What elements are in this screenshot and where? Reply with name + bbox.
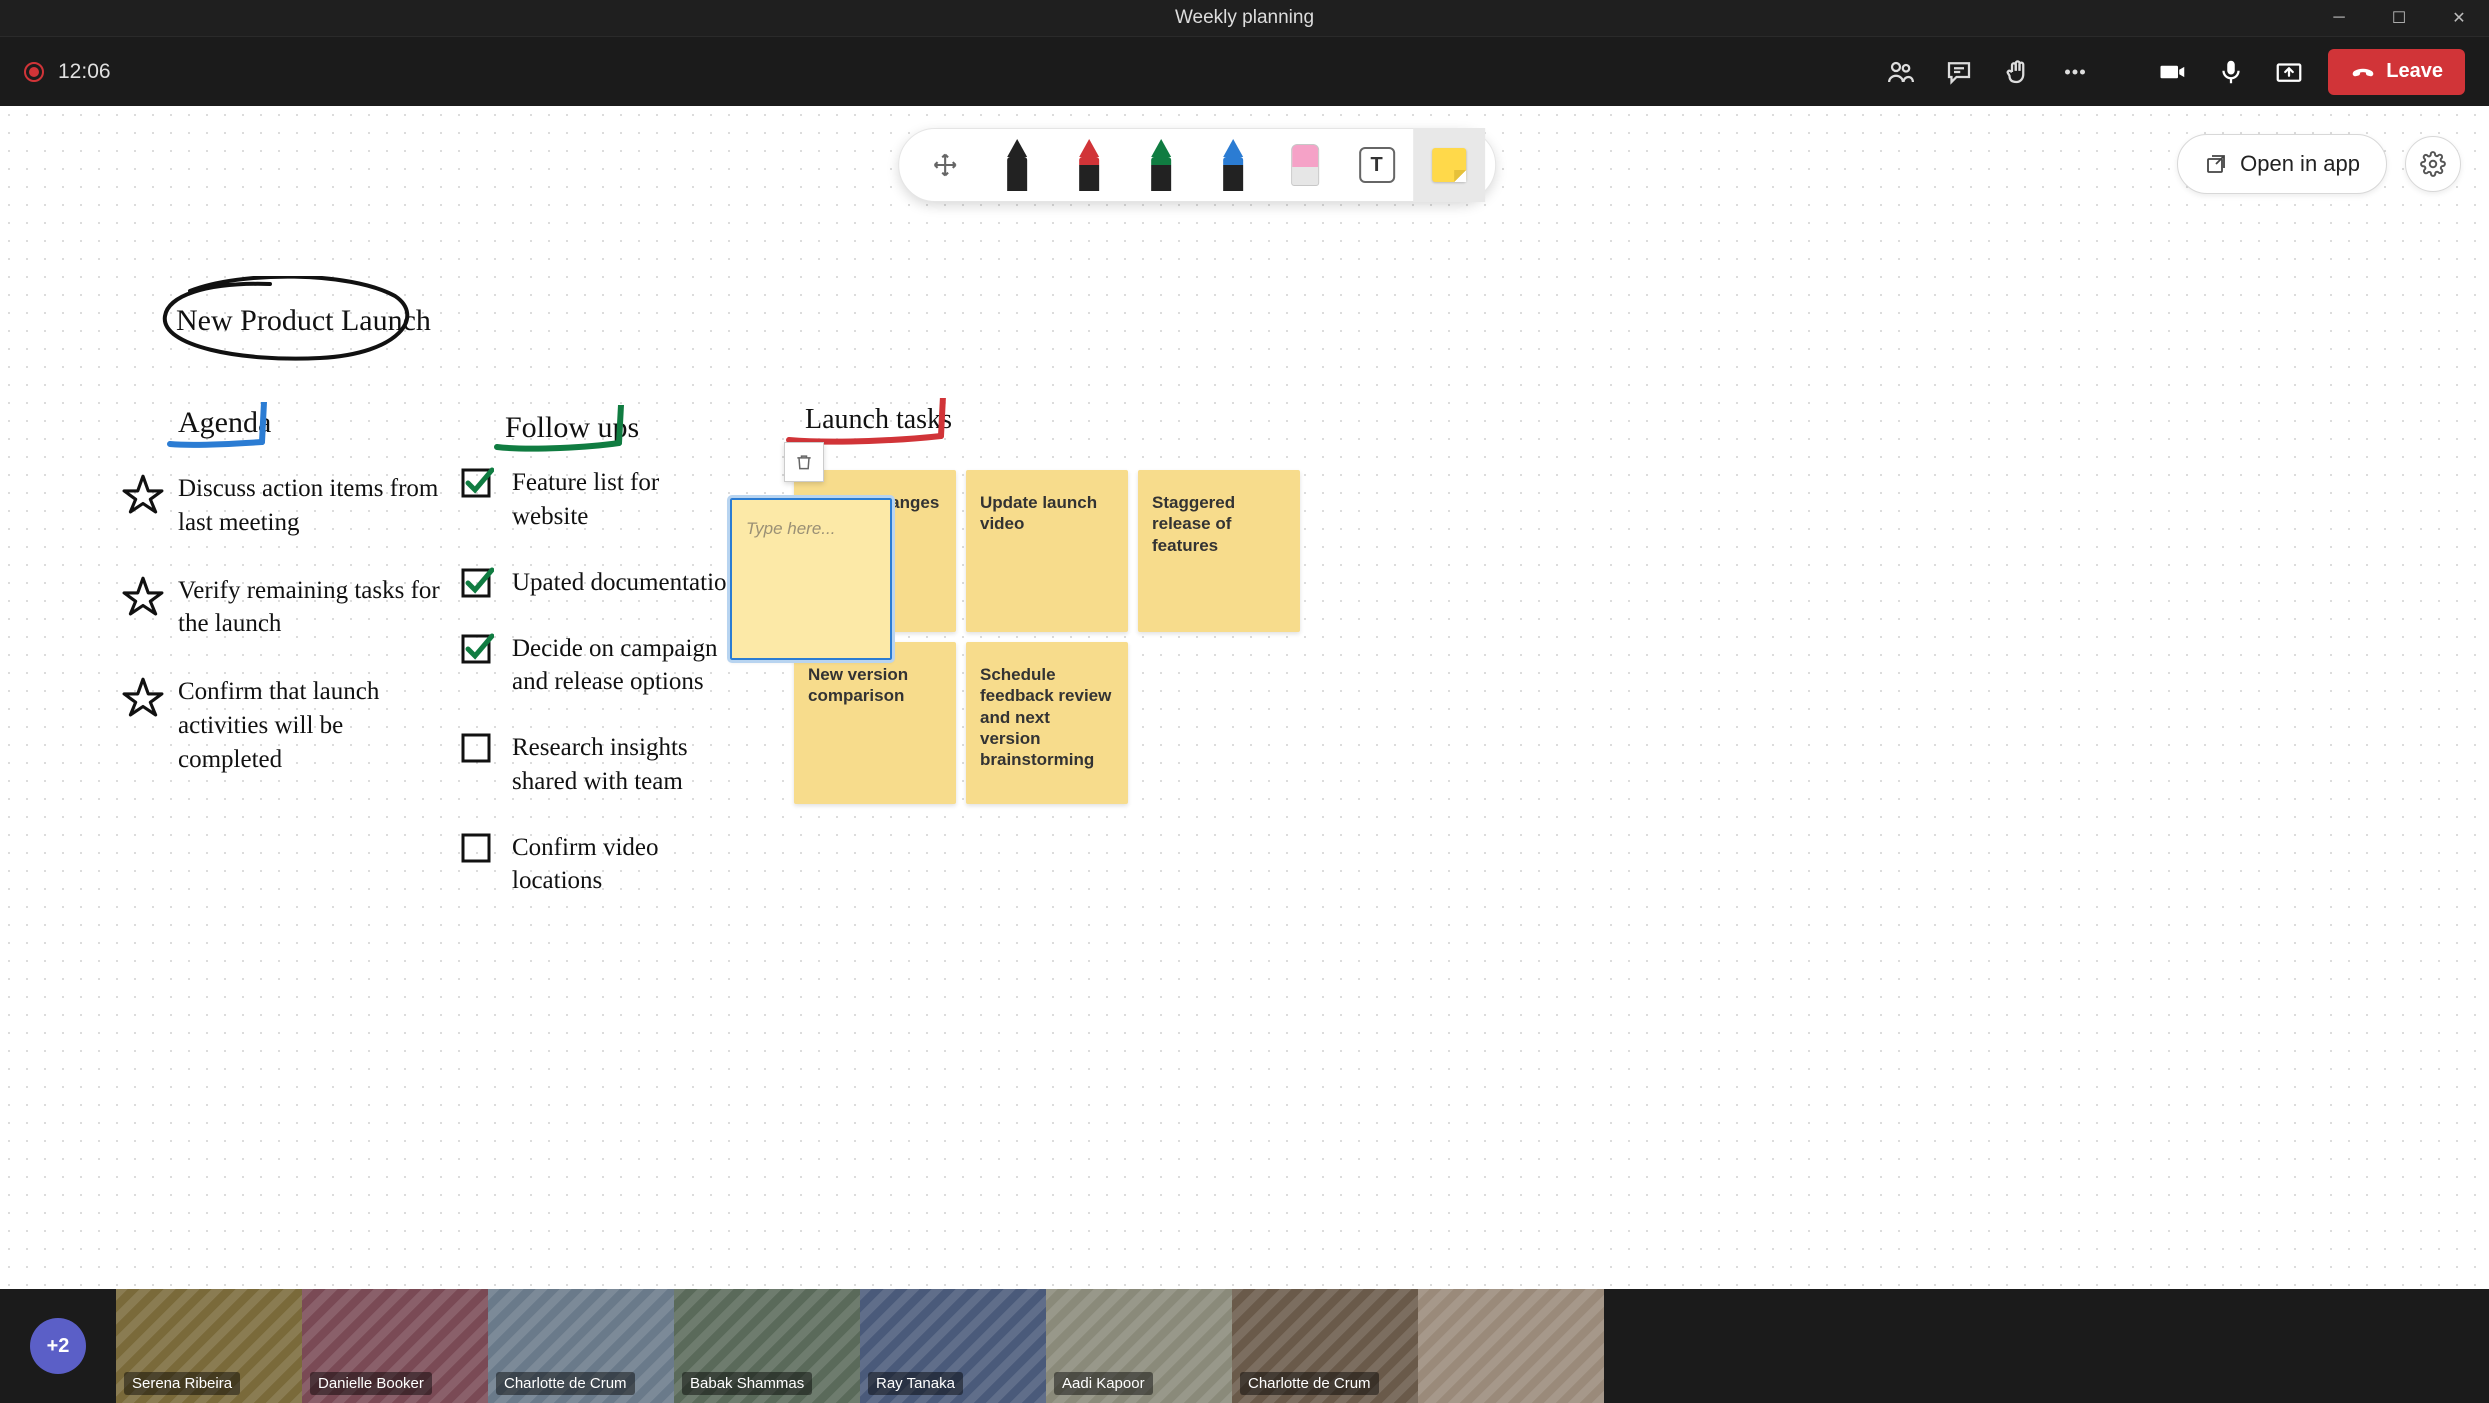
- text-tool[interactable]: T: [1341, 128, 1413, 202]
- agenda-item: Verify remaining tasks for the launch: [122, 574, 452, 642]
- chat-button[interactable]: [1940, 53, 1978, 91]
- followup-text: Feature list for website: [512, 466, 740, 534]
- pen-black-tool[interactable]: [981, 128, 1053, 202]
- participant-name: Ray Tanaka: [868, 1372, 963, 1395]
- leave-label: Leave: [2386, 60, 2443, 83]
- sticky-note-tool[interactable]: [1413, 128, 1485, 202]
- sticky-note-text: New version comparison: [808, 665, 908, 705]
- gear-icon: [2420, 151, 2446, 177]
- agenda-item: Confirm that launch activities will be c…: [122, 675, 452, 776]
- camera-button[interactable]: [2154, 53, 2192, 91]
- new-sticky-placeholder: Type here...: [746, 519, 835, 538]
- sticky-note[interactable]: New version comparison: [794, 642, 956, 804]
- star-icon: [122, 675, 164, 717]
- agenda-heading: Agenda: [178, 406, 271, 440]
- delete-note-button[interactable]: [784, 442, 824, 482]
- participant-name: Charlotte de Crum: [1240, 1372, 1379, 1395]
- recording-indicator: 12:06: [24, 60, 111, 84]
- participant-tile[interactable]: Ray Tanaka: [860, 1289, 1046, 1403]
- launch-tasks-heading: Launch tasks: [805, 404, 952, 436]
- raise-hand-button[interactable]: [1998, 53, 2036, 91]
- participant-tile[interactable]: Charlotte de Crum: [1232, 1289, 1418, 1403]
- recording-time: 12:06: [58, 60, 111, 84]
- pen-red-tool[interactable]: [1053, 128, 1125, 202]
- participant-tile[interactable]: Serena Ribeira: [116, 1289, 302, 1403]
- window-controls: ─ ☐ ✕: [2309, 0, 2489, 36]
- more-actions-button[interactable]: [2056, 53, 2094, 91]
- followup-text: Decide on campaign and release options: [512, 632, 740, 700]
- participant-strip: +2 Serena Ribeira Danielle Booker Charlo…: [0, 1289, 2489, 1403]
- checkbox-checked-icon[interactable]: [460, 466, 494, 500]
- checkbox-unchecked-icon[interactable]: [460, 731, 494, 765]
- minimize-button[interactable]: ─: [2309, 0, 2369, 36]
- trash-icon: [794, 452, 814, 472]
- meeting-bar: 12:06 Leave: [0, 36, 2489, 106]
- followup-text: Confirm video locations: [512, 831, 740, 899]
- record-icon: [24, 62, 44, 82]
- participant-tile[interactable]: [1418, 1289, 1604, 1403]
- overflow-participants-badge[interactable]: +2: [30, 1318, 86, 1374]
- followup-text: Upated documentation: [512, 566, 739, 600]
- participant-tile[interactable]: Babak Shammas: [674, 1289, 860, 1403]
- mic-button[interactable]: [2212, 53, 2250, 91]
- participant-tile[interactable]: Danielle Booker: [302, 1289, 488, 1403]
- titlebar: Weekly planning ─ ☐ ✕: [0, 0, 2489, 36]
- participant-name: Charlotte de Crum: [496, 1372, 635, 1395]
- pen-green-tool[interactable]: [1125, 128, 1197, 202]
- checkbox-unchecked-icon[interactable]: [460, 831, 494, 865]
- agenda-item-text: Discuss action items from last meeting: [178, 472, 452, 540]
- settings-button[interactable]: [2405, 136, 2461, 192]
- whiteboard-title-text: New Product Launch: [176, 304, 431, 338]
- participant-name: Babak Shammas: [682, 1372, 812, 1395]
- window-title: Weekly planning: [1175, 7, 1314, 29]
- new-sticky-note[interactable]: Type here...: [730, 498, 892, 660]
- share-content-button[interactable]: [2270, 53, 2308, 91]
- followups-heading: Follow ups: [505, 411, 639, 445]
- followup-item: Upated documentation: [460, 566, 740, 600]
- whiteboard-canvas[interactable]: T Open in app New Product Launch Agenda …: [0, 106, 2489, 1289]
- sticky-note-text: Staggered release of features: [1152, 493, 1235, 555]
- star-icon: [122, 574, 164, 616]
- whiteboard-toolbar: T: [898, 128, 1496, 202]
- whiteboard-title: New Product Launch: [150, 276, 420, 371]
- participant-name: Danielle Booker: [310, 1372, 432, 1395]
- close-window-button[interactable]: ✕: [2429, 0, 2489, 36]
- eraser-tool[interactable]: [1269, 128, 1341, 202]
- followup-item: Confirm video locations: [460, 831, 740, 899]
- participants-button[interactable]: [1882, 53, 1920, 91]
- followup-item: Feature list for website: [460, 466, 740, 534]
- agenda-item: Discuss action items from last meeting: [122, 472, 452, 540]
- participant-name: Aadi Kapoor: [1054, 1372, 1153, 1395]
- participant-tile[interactable]: Charlotte de Crum: [488, 1289, 674, 1403]
- agenda-item-text: Verify remaining tasks for the launch: [178, 574, 452, 642]
- agenda-item-text: Confirm that launch activities will be c…: [178, 675, 452, 776]
- pen-blue-tool[interactable]: [1197, 128, 1269, 202]
- sticky-note[interactable]: Update launch video: [966, 470, 1128, 632]
- checkbox-checked-icon[interactable]: [460, 566, 494, 600]
- open-in-app-label: Open in app: [2240, 151, 2360, 177]
- participant-name: Serena Ribeira: [124, 1372, 240, 1395]
- sticky-note-text: Schedule feedback review and next versio…: [980, 665, 1111, 769]
- maximize-button[interactable]: ☐: [2369, 0, 2429, 36]
- open-in-app-button[interactable]: Open in app: [2177, 134, 2387, 194]
- followup-item: Research insights shared with team: [460, 731, 740, 799]
- participant-tile[interactable]: Aadi Kapoor: [1046, 1289, 1232, 1403]
- sticky-note-text: Update launch video: [980, 493, 1097, 533]
- star-icon: [122, 472, 164, 514]
- checkbox-checked-icon[interactable]: [460, 632, 494, 666]
- followup-item: Decide on campaign and release options: [460, 632, 740, 700]
- sticky-note[interactable]: Staggered release of features: [1138, 470, 1300, 632]
- video-placeholder: [1418, 1289, 1604, 1403]
- followup-text: Research insights shared with team: [512, 731, 740, 799]
- sticky-note[interactable]: Schedule feedback review and next versio…: [966, 642, 1128, 804]
- leave-button[interactable]: Leave: [2328, 49, 2465, 95]
- move-tool[interactable]: [909, 128, 981, 202]
- open-external-icon: [2204, 152, 2228, 176]
- hangup-icon: [2350, 59, 2376, 85]
